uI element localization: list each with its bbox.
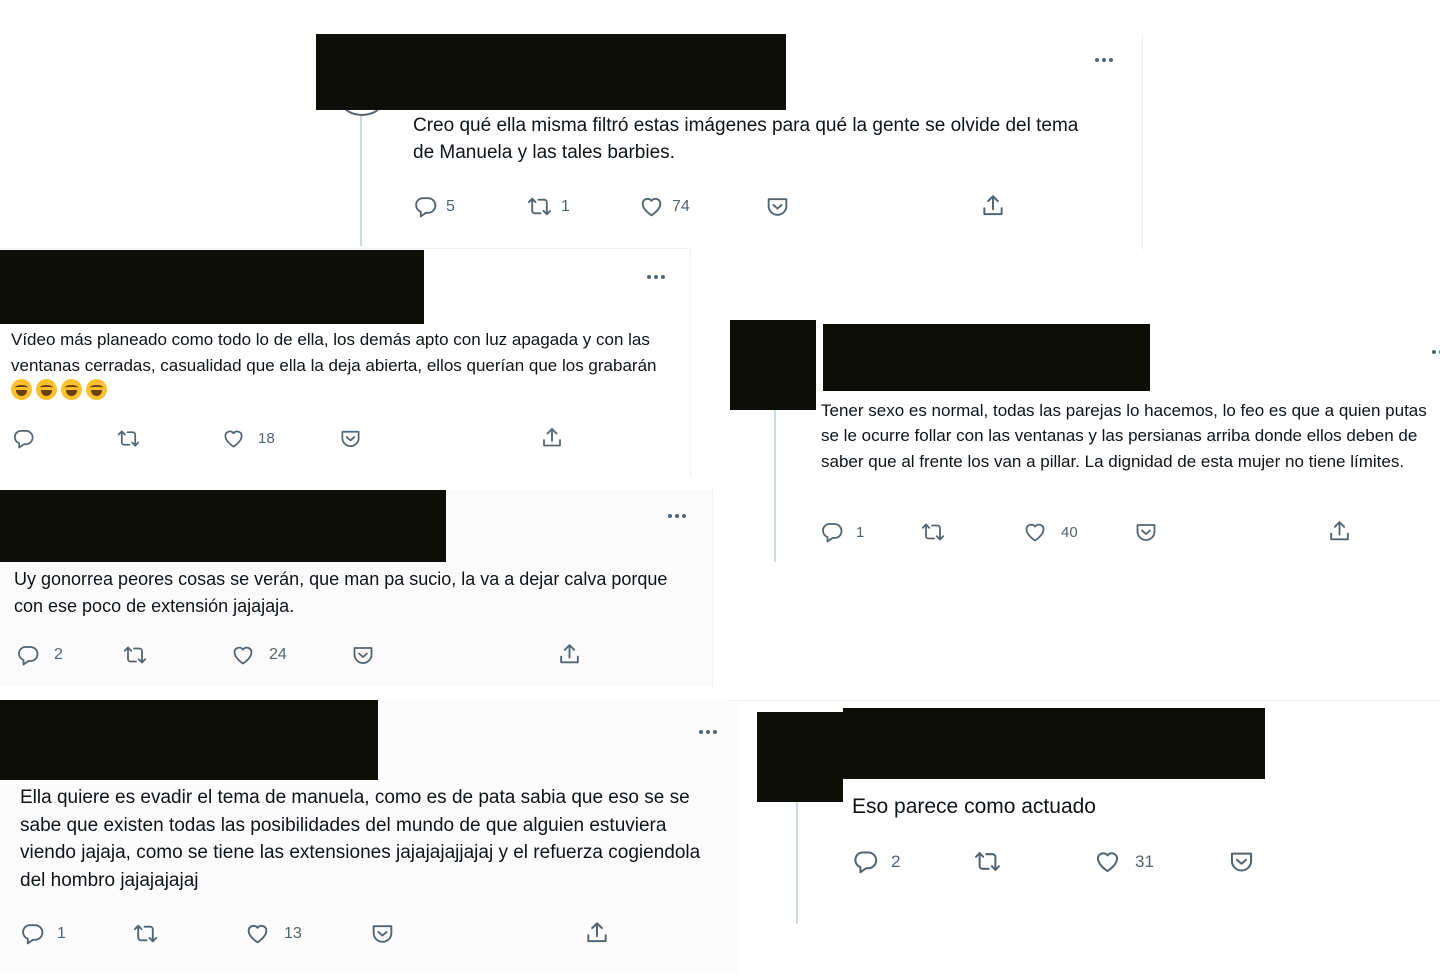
share-button[interactable]: [980, 193, 1006, 219]
retweet-button[interactable]: [132, 921, 159, 946]
redacted-username: [823, 324, 1150, 391]
like-count: 74: [672, 197, 690, 215]
reply-button[interactable]: 1: [20, 921, 66, 946]
save-button[interactable]: [370, 921, 395, 946]
tweet-text: Ella quiere es evadir el tema de manuela…: [20, 787, 701, 892]
heart-icon: [245, 921, 270, 946]
tweet-text: Creo qué ella misma filtró estas imágene…: [413, 115, 1079, 164]
heart-icon: [1094, 848, 1121, 875]
reply-button[interactable]: 2: [16, 643, 63, 667]
like-count: 40: [1061, 523, 1078, 541]
heart-icon: [231, 643, 255, 667]
retweet-button[interactable]: 1: [526, 194, 570, 219]
retweet-icon: [920, 520, 946, 544]
heart-icon: [1023, 520, 1047, 544]
retweet-button[interactable]: [122, 643, 148, 667]
like-count: 18: [258, 430, 275, 447]
bookmark-pocket-icon: [339, 427, 362, 450]
retweet-button[interactable]: [973, 848, 1002, 875]
tweet-text: Tener sexo es normal, todas las parejas …: [821, 401, 1427, 471]
share-button[interactable]: [584, 920, 610, 946]
retweet-button[interactable]: [920, 520, 946, 544]
more-icon[interactable]: [668, 514, 686, 518]
heart-icon: [222, 427, 245, 450]
redacted-username: [0, 250, 424, 324]
thread-line: [774, 410, 776, 562]
share-button[interactable]: [557, 642, 582, 667]
save-button[interactable]: [1134, 520, 1158, 544]
retweet-icon: [526, 194, 553, 219]
save-button[interactable]: [339, 427, 362, 450]
reply-button[interactable]: 5: [413, 194, 455, 219]
bookmark-pocket-icon: [765, 194, 790, 219]
tweet-text: Uy gonorrea peores cosas se verán, que m…: [14, 569, 668, 616]
reply-button[interactable]: 2: [852, 848, 900, 875]
like-button[interactable]: 18: [222, 427, 275, 450]
bookmark-pocket-icon: [370, 921, 395, 946]
share-icon: [584, 920, 610, 946]
save-button[interactable]: [351, 643, 375, 667]
thread-line: [360, 116, 362, 246]
like-button[interactable]: 74: [639, 194, 690, 219]
share-icon: [557, 642, 582, 667]
more-icon[interactable]: [647, 275, 665, 279]
redacted-username: [0, 490, 446, 562]
heart-icon: [639, 194, 664, 219]
redacted-avatar: [757, 712, 843, 802]
retweet-icon: [122, 643, 148, 667]
bookmark-pocket-icon: [1134, 520, 1158, 544]
tweet-text: Eso parece como actuado: [852, 795, 1096, 818]
retweet-icon: [132, 921, 159, 946]
reply-count: 1: [57, 924, 66, 942]
reply-icon: [20, 921, 45, 946]
redacted-username: [843, 708, 1265, 779]
like-button[interactable]: 24: [231, 643, 287, 667]
reply-button[interactable]: 1: [820, 520, 864, 544]
tweet-text: Vídeo más planeado como todo lo de ella,…: [11, 327, 681, 404]
like-count: 24: [269, 646, 287, 663]
save-button[interactable]: [765, 194, 790, 219]
like-button[interactable]: 13: [245, 921, 302, 946]
reply-count: 5: [446, 197, 455, 215]
reply-count: 2: [54, 646, 63, 663]
retweet-icon: [116, 427, 141, 450]
like-count: 13: [284, 924, 302, 942]
share-icon: [540, 426, 564, 450]
bookmark-pocket-icon: [351, 643, 375, 667]
share-icon: [1327, 519, 1352, 544]
retweet-icon: [973, 848, 1002, 875]
like-button[interactable]: 40: [1023, 520, 1078, 544]
like-count: 31: [1135, 851, 1154, 871]
reply-icon: [12, 427, 35, 450]
share-icon: [980, 193, 1006, 219]
tweet-text-body: Vídeo más planeado como todo lo de ella,…: [11, 330, 657, 375]
bookmark-pocket-icon: [1228, 848, 1255, 875]
reply-count: 1: [856, 523, 865, 541]
reply-count: 2: [891, 851, 901, 871]
redacted-username: [0, 700, 378, 780]
share-button[interactable]: [1327, 519, 1352, 544]
reply-button[interactable]: [12, 427, 35, 450]
redacted-avatar: [730, 320, 816, 410]
more-icon[interactable]: [1432, 350, 1440, 354]
save-button[interactable]: [1228, 848, 1255, 875]
reply-icon: [820, 520, 844, 544]
more-icon[interactable]: [699, 730, 717, 734]
reply-icon: [16, 643, 40, 667]
more-icon[interactable]: [1095, 58, 1113, 62]
share-button[interactable]: [540, 426, 564, 450]
reply-icon: [413, 194, 438, 219]
laughing-emoji-icon: [11, 379, 111, 400]
retweet-count: 1: [561, 197, 570, 215]
retweet-button[interactable]: [116, 427, 141, 450]
thread-line: [796, 800, 798, 924]
like-button[interactable]: 31: [1094, 848, 1154, 875]
redacted-username: [316, 34, 786, 110]
reply-icon: [852, 848, 879, 875]
